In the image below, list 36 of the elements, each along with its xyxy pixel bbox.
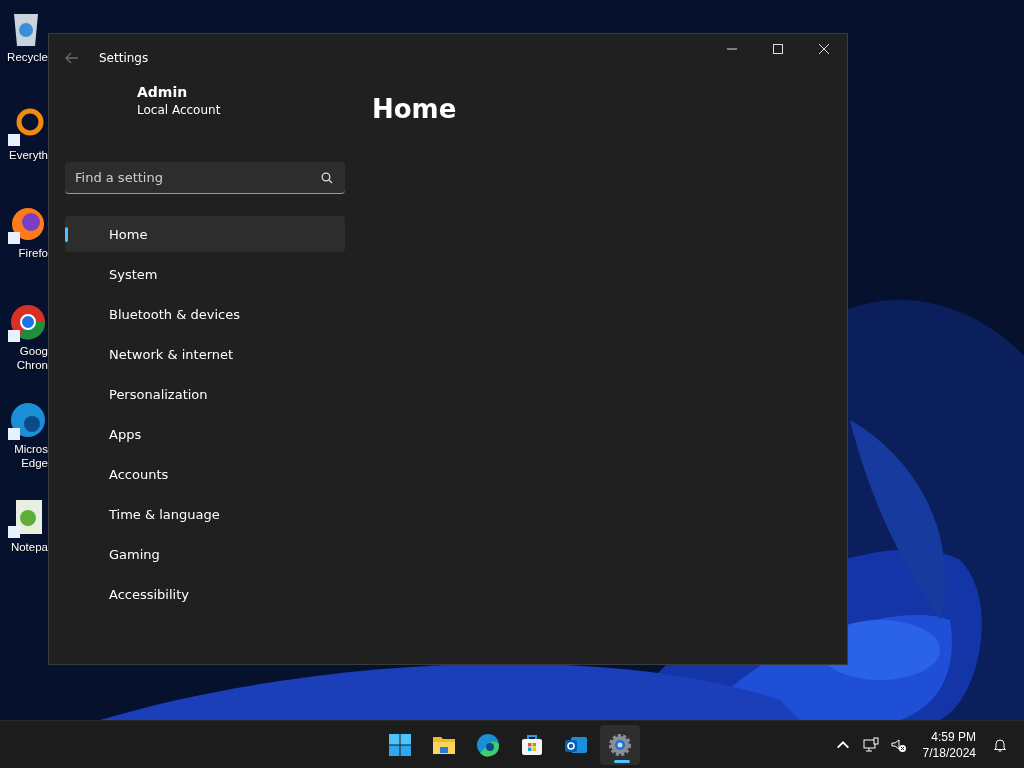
nav-item[interactable]: Time & language bbox=[65, 496, 345, 532]
windows-logo-icon bbox=[388, 732, 412, 757]
desktop-icon-label: Notepa bbox=[9, 540, 48, 554]
nav-item[interactable]: Home bbox=[65, 216, 345, 252]
desktop-icon-label: Firefo bbox=[17, 246, 48, 260]
nav-item[interactable]: Accounts bbox=[65, 456, 345, 492]
taskbar-app-button[interactable] bbox=[600, 724, 640, 765]
nav-item[interactable]: Network & internet bbox=[65, 336, 345, 372]
search-icon bbox=[321, 172, 333, 184]
nav-item[interactable]: Apps bbox=[65, 416, 345, 452]
nav-item[interactable]: Personalization bbox=[65, 376, 345, 412]
desktop-icon-label: Goog Chron bbox=[15, 344, 48, 372]
gear-icon bbox=[608, 732, 632, 757]
window-title: Settings bbox=[99, 51, 149, 65]
clock-time[interactable]: 4:59 PM bbox=[931, 728, 976, 745]
app-shortcut-icon[interactable] bbox=[6, 302, 46, 342]
back-arrow-icon[interactable] bbox=[65, 52, 79, 64]
nav-item[interactable]: Bluetooth & devices bbox=[65, 296, 345, 332]
desktop-icon-label: Everyth bbox=[8, 148, 48, 162]
app-shortcut-icon[interactable] bbox=[6, 400, 46, 440]
nav-item[interactable]: System bbox=[65, 256, 345, 292]
notification-bell-icon[interactable] bbox=[992, 736, 1008, 753]
muted-speaker-icon[interactable] bbox=[890, 736, 907, 753]
search-field[interactable]: Find a setting bbox=[65, 162, 345, 194]
desktop-icon-label: Recycle bbox=[6, 50, 48, 64]
app-shortcut-icon[interactable] bbox=[6, 106, 46, 146]
user-name: Admin bbox=[137, 84, 189, 100]
network-icon[interactable] bbox=[862, 736, 879, 753]
nav-item[interactable]: Gaming bbox=[65, 536, 345, 572]
nav-item[interactable]: Accessibility bbox=[65, 576, 345, 612]
page-title: Home bbox=[372, 94, 457, 124]
clock-date[interactable]: 7/18/2024 bbox=[922, 744, 976, 761]
account-type: Local Account bbox=[137, 103, 222, 117]
store-bag-icon bbox=[520, 732, 544, 757]
browser-icon bbox=[476, 732, 500, 757]
desktop-icon-label: Micros Edge bbox=[13, 442, 48, 470]
